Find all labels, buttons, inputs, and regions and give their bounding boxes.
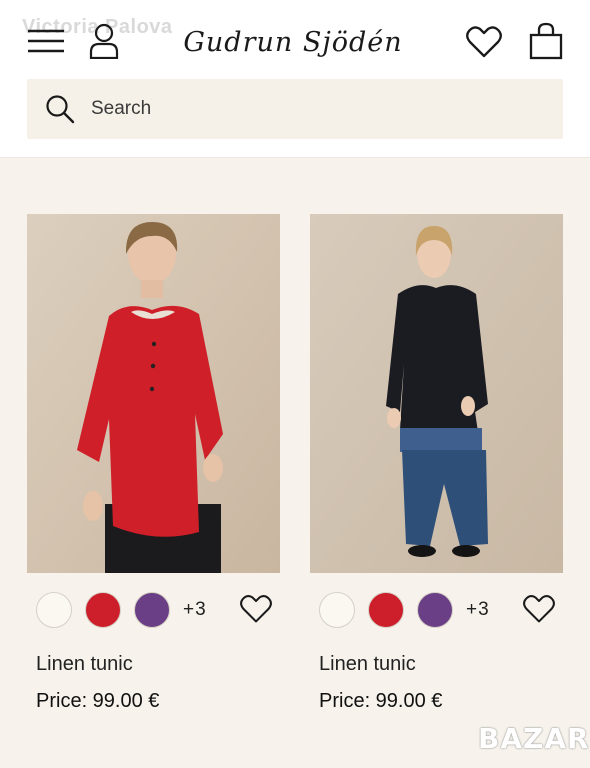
more-colors-link[interactable]: +3 [183,599,207,621]
color-swatch-white[interactable] [319,592,355,628]
product-image[interactable] [27,214,280,573]
product-price: Price: 99.00 € [319,690,443,712]
product-card[interactable]: +3 Linen tunic Price: 99.00 € [27,214,280,712]
product-name[interactable]: Linen tunic [319,653,416,676]
color-swatches: +3 [319,592,490,628]
product-card[interactable]: +3 Linen tunic Price: 99.00 € [310,214,563,712]
brand-logo[interactable]: Gudrun Sjödén [168,20,418,64]
site-header: Victoria Palova Gudrun Sjödén [0,0,590,158]
search-bar[interactable] [27,79,563,139]
color-swatch-white[interactable] [36,592,72,628]
color-swatch-purple[interactable] [417,592,453,628]
user-icon[interactable] [86,22,122,60]
more-colors-link[interactable]: +3 [466,599,490,621]
color-swatches: +3 [36,592,207,628]
color-swatch-red[interactable] [85,592,121,628]
hamburger-menu-icon[interactable] [26,24,66,58]
shopping-bag-icon[interactable] [526,20,566,62]
product-price: Price: 99.00 € [36,690,160,712]
bazar-watermark-logo: BAZAR [478,722,590,755]
search-input[interactable] [91,98,511,120]
search-icon[interactable] [45,94,75,124]
color-swatch-purple[interactable] [134,592,170,628]
color-swatch-red[interactable] [368,592,404,628]
add-to-favorites-heart-icon[interactable] [523,594,555,626]
product-image[interactable] [310,214,563,573]
add-to-favorites-heart-icon[interactable] [240,594,272,626]
product-name[interactable]: Linen tunic [36,653,133,676]
heart-icon[interactable] [464,22,504,62]
